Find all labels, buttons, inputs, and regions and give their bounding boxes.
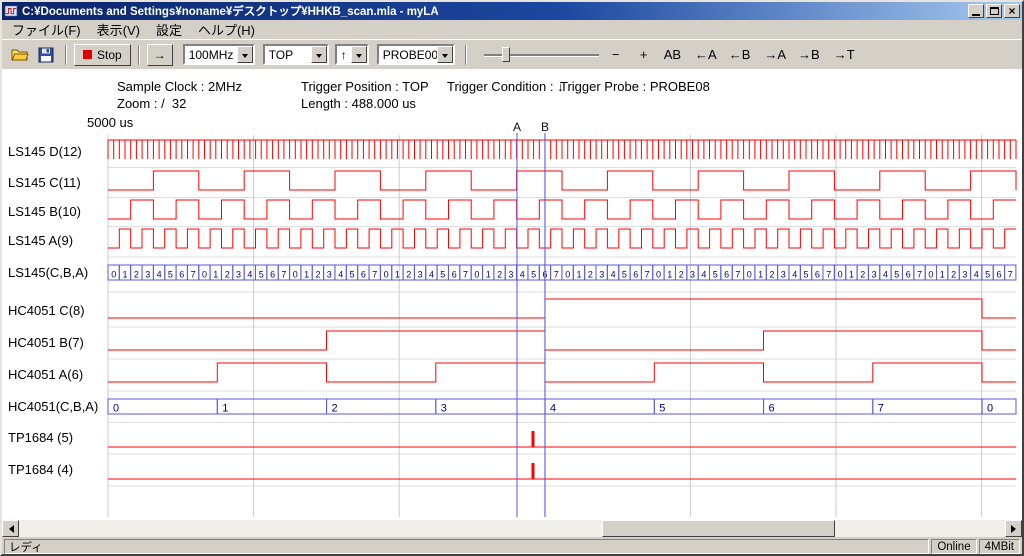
zoom-info: Zoom : / 32 <box>117 96 186 111</box>
zoom-in-button[interactable]: + <box>633 44 655 66</box>
toolbar: Stop → 100MHz TOP ↑ PROBE00 − + AB ←A ←B <box>2 39 1022 69</box>
scroll-track[interactable] <box>19 520 1005 537</box>
menu-help[interactable]: ヘルプ(H) <box>190 18 263 41</box>
length-info: Length : 488.000 us <box>301 96 416 111</box>
chevron-down-icon[interactable] <box>437 46 453 63</box>
stop-button[interactable]: Stop <box>74 44 131 66</box>
open-folder-icon <box>11 47 29 62</box>
scroll-right-icon <box>1011 525 1020 533</box>
goto-b-right-button[interactable]: →B <box>795 44 823 66</box>
status-message: レディ <box>4 539 929 554</box>
goto-b-left-button[interactable]: ←B <box>726 44 754 66</box>
scroll-thumb[interactable] <box>602 520 835 537</box>
waveform-panel: Sample Clock : 2MHz Trigger Position : T… <box>2 69 1022 520</box>
window-title: C:¥Documents and Settings¥noname¥デスクトップ¥… <box>18 3 966 19</box>
minimize-button[interactable] <box>968 4 984 18</box>
trigger-condition-info: Trigger Condition : ↓ <box>447 79 564 94</box>
scroll-left-icon <box>5 525 14 533</box>
trigger-probe-value: PROBE00 <box>379 48 437 62</box>
zoom-out-button[interactable]: − <box>605 44 627 66</box>
menu-view[interactable]: 表示(V) <box>89 18 148 41</box>
slider-thumb[interactable] <box>502 47 510 62</box>
position-slider[interactable] <box>484 45 599 65</box>
trigger-position-info: Trigger Position : TOP <box>301 79 429 94</box>
goto-a-right-button[interactable]: →A <box>761 44 789 66</box>
status-memory-badge: 4MBit <box>979 539 1020 554</box>
statusbar: レディ Online 4MBit <box>2 539 1022 554</box>
sample-clock-select[interactable]: 100MHz <box>183 44 255 65</box>
app-window: C:¥Documents and Settings¥noname¥デスクトップ¥… <box>0 0 1024 556</box>
menu-settings[interactable]: 設定 <box>148 18 190 41</box>
trigger-position-value: TOP <box>265 48 311 62</box>
chevron-down-icon[interactable] <box>351 46 367 63</box>
sample-clock-value: 100MHz <box>185 48 237 62</box>
sample-clock-info: Sample Clock : 2MHz <box>117 79 242 94</box>
status-online-badge: Online <box>931 539 976 554</box>
horizontal-scrollbar[interactable] <box>2 520 1022 537</box>
close-button[interactable]: × <box>1004 4 1020 18</box>
trigger-edge-select[interactable]: ↑ <box>335 44 369 65</box>
toolbar-separator <box>65 45 67 65</box>
toolbar-separator <box>138 45 140 65</box>
trigger-position-select[interactable]: TOP <box>263 44 329 65</box>
scroll-right-button[interactable] <box>1005 520 1022 537</box>
stop-label: Stop <box>97 48 122 62</box>
maximize-button[interactable] <box>986 4 1002 18</box>
minimize-icon <box>972 14 980 16</box>
maximize-icon <box>990 7 999 15</box>
save-button[interactable] <box>34 44 58 66</box>
open-button[interactable] <box>8 44 32 66</box>
stop-icon <box>83 50 92 59</box>
run-button[interactable]: → <box>147 44 173 66</box>
chevron-down-icon[interactable] <box>237 46 253 63</box>
floppy-icon <box>38 47 54 63</box>
trigger-probe-info: Trigger Probe : PROBE08 <box>560 79 710 94</box>
scroll-left-button[interactable] <box>2 520 19 537</box>
menu-file[interactable]: ファイル(F) <box>4 18 89 41</box>
ab-span-button[interactable]: AB <box>661 44 684 66</box>
chevron-down-icon[interactable] <box>311 46 327 63</box>
menubar: ファイル(F) 表示(V) 設定 ヘルプ(H) <box>2 20 1022 39</box>
app-icon <box>4 4 18 18</box>
toolbar-separator <box>465 45 467 65</box>
goto-a-left-button[interactable]: ←A <box>692 44 720 66</box>
goto-trigger-button[interactable]: →T <box>831 44 858 66</box>
trigger-probe-select[interactable]: PROBE00 <box>377 44 455 65</box>
trigger-edge-value: ↑ <box>337 48 351 62</box>
